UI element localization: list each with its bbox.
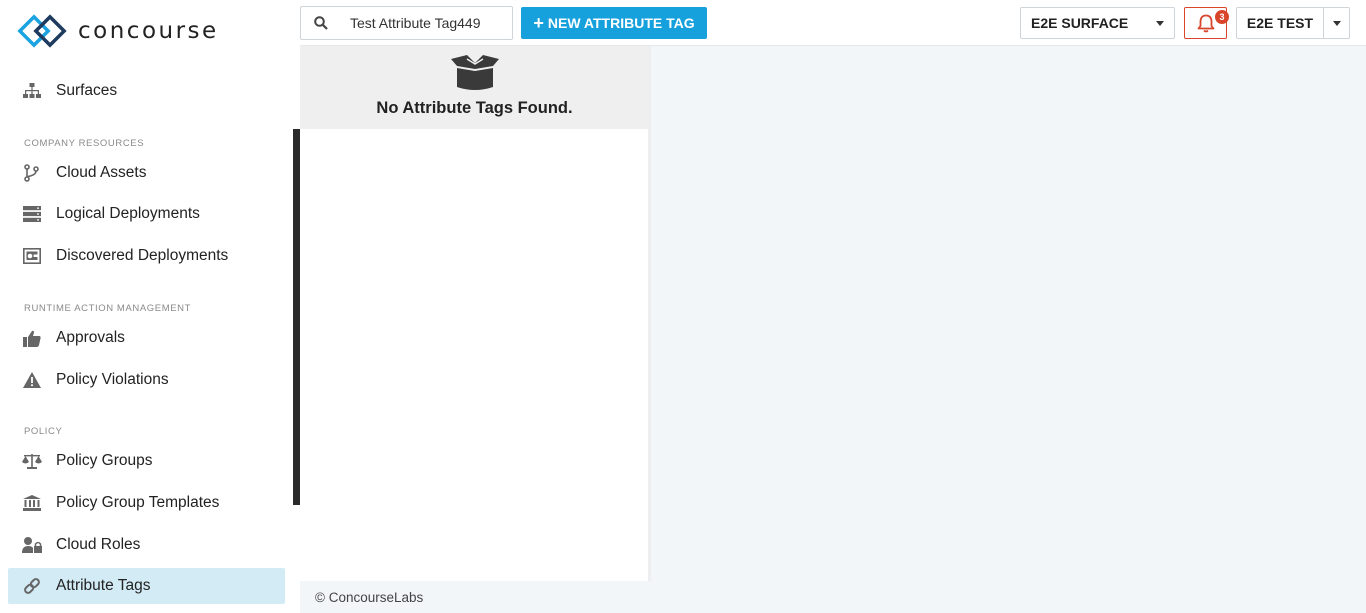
- new-attribute-tag-button[interactable]: + NEW ATTRIBUTE TAG: [521, 7, 707, 39]
- sidebar-item-surfaces[interactable]: Surfaces: [8, 73, 285, 109]
- user-button[interactable]: E2E TEST: [1237, 8, 1324, 38]
- sidebar-item-discovered-deployments[interactable]: Discovered Deployments: [8, 238, 285, 274]
- notifications-button[interactable]: 3: [1184, 7, 1229, 39]
- sidebar-item-policy-violations[interactable]: Policy Violations: [8, 362, 285, 398]
- discovered-icon: [22, 246, 42, 266]
- search-icon: [301, 16, 341, 30]
- sidebar-item-approvals[interactable]: Approvals: [8, 320, 285, 356]
- sidebar-item-label: Logical Deployments: [56, 205, 200, 222]
- sidebar-item-label: Surfaces: [56, 82, 118, 99]
- section-label-runtime-action-management: RUNTIME ACTION MANAGEMENT: [24, 303, 192, 314]
- new-attribute-tag-label: NEW ATTRIBUTE TAG: [547, 15, 695, 31]
- surface-select-value: E2E SURFACE: [1031, 15, 1129, 31]
- top-bar: + NEW ATTRIBUTE TAG E2E SURFACE 3 E2E TE…: [300, 0, 1366, 46]
- sitemap-icon: [22, 81, 42, 101]
- warning-icon: [22, 370, 42, 390]
- section-label-company-resources: COMPANY RESOURCES: [24, 138, 145, 149]
- notification-badge: 3: [1215, 10, 1229, 24]
- user-menu: E2E TEST: [1236, 7, 1350, 39]
- footer-copyright: © ConcourseLabs: [315, 590, 424, 605]
- scale-icon: [22, 451, 42, 471]
- concourse-logo-icon: [17, 14, 67, 48]
- sidebar-item-label: Policy Violations: [56, 371, 169, 388]
- sidebar-item-policy-groups[interactable]: Policy Groups: [8, 443, 285, 479]
- branch-icon: [22, 163, 42, 183]
- sidebar-item-attribute-tags[interactable]: Attribute Tags: [8, 568, 285, 604]
- sidebar-item-label: Policy Group Templates: [56, 494, 220, 511]
- thumbs-up-icon: [22, 328, 42, 348]
- chevron-down-icon: [1333, 21, 1341, 26]
- search-box[interactable]: [300, 6, 513, 40]
- surface-select[interactable]: E2E SURFACE: [1020, 7, 1175, 39]
- sidebar-item-label: Discovered Deployments: [56, 247, 229, 264]
- server-icon: [22, 204, 42, 224]
- sidebar-item-label: Policy Groups: [56, 452, 153, 469]
- open-box-icon: [451, 55, 499, 90]
- section-label-policy: POLICY: [24, 426, 63, 437]
- sidebar-item-policy-group-templates[interactable]: Policy Group Templates: [8, 485, 285, 521]
- brand-name: concourse: [78, 18, 219, 44]
- bell-icon: [1197, 14, 1214, 32]
- plus-icon: +: [533, 13, 544, 33]
- sidebar-item-label: Approvals: [56, 329, 125, 346]
- search-input[interactable]: [341, 15, 501, 31]
- sidebar-item-label: Cloud Roles: [56, 536, 141, 553]
- sidebar-item-logical-deployments[interactable]: Logical Deployments: [8, 196, 285, 232]
- sidebar-item-label: Cloud Assets: [56, 164, 147, 181]
- sidebar-scrollbar[interactable]: [293, 129, 300, 505]
- attribute-tags-list-panel: No Attribute Tags Found.: [300, 46, 651, 581]
- chevron-down-icon: [1156, 21, 1164, 26]
- sidebar: concourse Surfaces COMPANY RESOURCES Clo…: [0, 0, 300, 613]
- empty-state: No Attribute Tags Found.: [300, 46, 649, 129]
- sidebar-item-cloud-roles[interactable]: Cloud Roles: [8, 527, 285, 563]
- logo[interactable]: concourse: [16, 12, 219, 50]
- user-lock-icon: [22, 535, 42, 555]
- sidebar-item-label: Attribute Tags: [56, 577, 151, 594]
- sidebar-item-cloud-assets[interactable]: Cloud Assets: [8, 155, 285, 191]
- bank-icon: [22, 493, 42, 513]
- user-dropdown-toggle[interactable]: [1324, 8, 1349, 38]
- empty-message: No Attribute Tags Found.: [376, 99, 573, 117]
- link-icon: [22, 576, 42, 596]
